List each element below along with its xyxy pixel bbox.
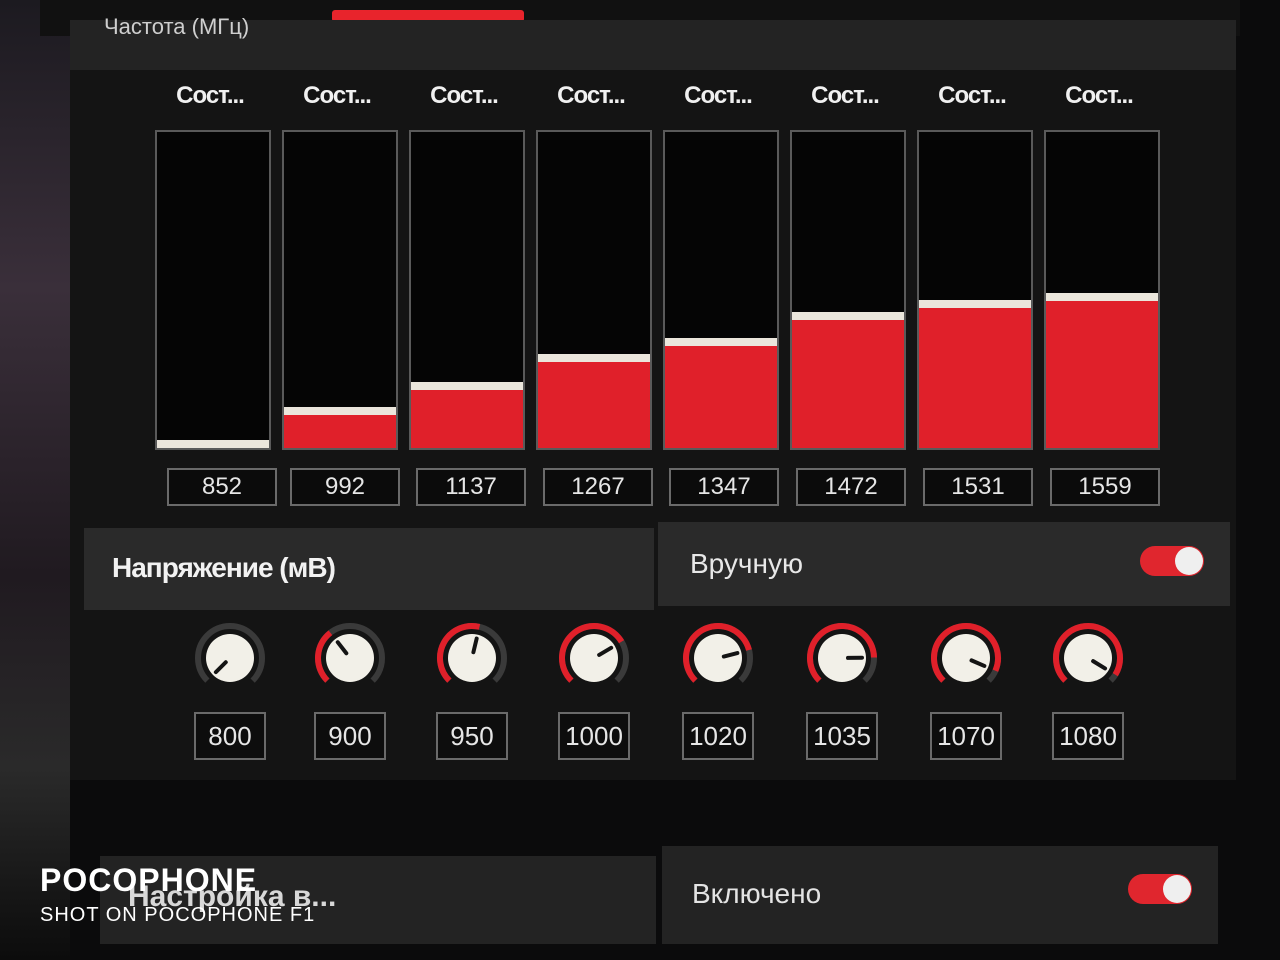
voltage-knob-6[interactable]: [804, 620, 880, 696]
frequency-slider-handle[interactable]: [284, 407, 396, 415]
knob-face: [326, 634, 374, 682]
frequency-slider-handle[interactable]: [538, 354, 650, 362]
voltage-values-row: 800 900 950 1000 1020 1035 1070 1080: [180, 712, 1140, 768]
knob-face: [448, 634, 496, 682]
frequency-slider-handle[interactable]: [792, 312, 904, 320]
frequency-slider-fill: [665, 344, 777, 448]
frequency-slider-2[interactable]: [282, 130, 398, 450]
frequency-slider-handle[interactable]: [665, 338, 777, 346]
voltage-value-7[interactable]: 1070: [930, 712, 1002, 760]
voltage-value-3[interactable]: 950: [436, 712, 508, 760]
frequency-slider-handle[interactable]: [919, 300, 1031, 308]
voltage-knob-7[interactable]: [928, 620, 1004, 696]
frequency-value-8[interactable]: 1559: [1050, 468, 1160, 506]
frequency-value-7[interactable]: 1531: [923, 468, 1033, 506]
frequency-value-6[interactable]: 1472: [796, 468, 906, 506]
enabled-toggle[interactable]: [1128, 874, 1192, 904]
frequency-value-2[interactable]: 992: [290, 468, 400, 506]
frequency-slider-3[interactable]: [409, 130, 525, 450]
frequency-slider-fill: [538, 360, 650, 448]
knob-face: [570, 634, 618, 682]
enabled-toggle-knob: [1163, 875, 1191, 903]
watermark-brand: POCOPHONE: [40, 862, 258, 898]
frequency-slider-handle[interactable]: [1046, 293, 1158, 301]
background-photo: [0, 0, 70, 960]
voltage-knob-2[interactable]: [312, 620, 388, 696]
frequency-value-4[interactable]: 1267: [543, 468, 653, 506]
manual-toggle[interactable]: [1140, 546, 1204, 576]
state-label-3: Сост...: [430, 82, 499, 109]
state-label-5: Сост...: [684, 82, 753, 109]
frequency-value-3[interactable]: 1137: [416, 468, 526, 506]
voltage-knob-3[interactable]: [434, 620, 510, 696]
frequency-slider-handle[interactable]: [157, 440, 269, 448]
frequency-value-1[interactable]: 852: [167, 468, 277, 506]
enabled-label: Включено: [692, 878, 822, 909]
voltage-value-6[interactable]: 1035: [806, 712, 878, 760]
frequency-slider-8[interactable]: [1044, 130, 1160, 450]
frequency-values-row: 852 992 1137 1267 1347 1472 1531 1559: [150, 468, 1170, 512]
voltage-knob-1[interactable]: [192, 620, 268, 696]
frequency-value-5[interactable]: 1347: [669, 468, 779, 506]
voltage-value-8[interactable]: 1080: [1052, 712, 1124, 760]
frequency-slider-1[interactable]: [155, 130, 271, 450]
manual-toggle-knob: [1175, 547, 1203, 575]
voltage-value-5[interactable]: 1020: [682, 712, 754, 760]
state-label-6: Сост...: [811, 82, 880, 109]
voltage-knob-4[interactable]: [556, 620, 632, 696]
knob-face: [694, 634, 742, 682]
manual-label: Вручную: [690, 548, 803, 579]
knob-face: [206, 634, 254, 682]
voltage-knobs: [180, 620, 1140, 700]
voltage-knob-8[interactable]: [1050, 620, 1126, 696]
frequency-slider-fill: [919, 306, 1031, 448]
state-label-1: Сост...: [176, 82, 245, 109]
voltage-value-4[interactable]: 1000: [558, 712, 630, 760]
voltage-value-1[interactable]: 800: [194, 712, 266, 760]
frequency-slider-handle[interactable]: [411, 382, 523, 390]
state-label-4: Сост...: [557, 82, 626, 109]
state-labels-row: Сост... Сост... Сост... Сост... Сост... …: [150, 82, 1170, 122]
frequency-slider-5[interactable]: [663, 130, 779, 450]
voltage-value-2[interactable]: 900: [314, 712, 386, 760]
state-label-7: Сост...: [938, 82, 1007, 109]
watermark-subtitle: SHOT ON POCOPHONE F1: [40, 904, 316, 926]
state-label-2: Сост...: [303, 82, 372, 109]
frequency-slider-6[interactable]: [790, 130, 906, 450]
knob-face: [942, 634, 990, 682]
frequency-slider-4[interactable]: [536, 130, 652, 450]
state-label-8: Сост...: [1065, 82, 1134, 109]
knob-face: [1064, 634, 1112, 682]
voltage-knob-5[interactable]: [680, 620, 756, 696]
frequency-slider-fill: [411, 388, 523, 448]
voltage-title: Напряжение (мВ): [112, 552, 336, 583]
frequency-slider-fill: [1046, 299, 1158, 448]
frequency-sliders: [150, 130, 1170, 460]
frequency-slider-fill: [792, 318, 904, 448]
frequency-slider-fill: [284, 413, 396, 448]
frequency-title: Частота (МГц): [104, 14, 250, 39]
frequency-slider-7[interactable]: [917, 130, 1033, 450]
